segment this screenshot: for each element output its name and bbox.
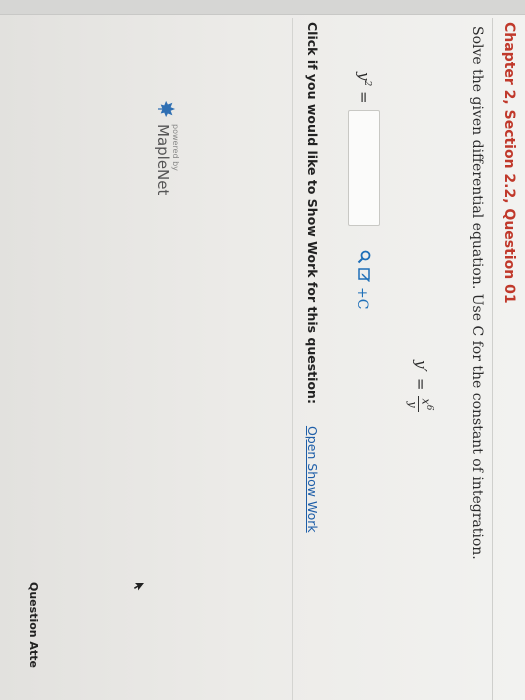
answer-row: y2 = <box>348 72 380 226</box>
answer-input[interactable] <box>348 109 380 226</box>
equation-equals: = <box>411 377 430 391</box>
browser-page: Chapter 2, Section 2.2, Question 01 Solv… <box>0 0 525 700</box>
differential-equation: y′ = x6 y <box>406 360 435 413</box>
equation-fraction: x6 y <box>406 396 435 413</box>
header-divider <box>492 18 493 700</box>
answer-label: y2 = <box>355 72 373 104</box>
question-title: Chapter 2, Section 2.2, Question 01 <box>501 22 517 304</box>
section-divider <box>292 18 293 700</box>
equation-numerator: x6 <box>418 396 435 413</box>
show-work-prompt: Click if you would like to Show Work for… <box>305 22 320 404</box>
edit-icon[interactable] <box>353 268 371 283</box>
insert-constant-button[interactable]: +C <box>354 287 370 309</box>
maple-leaf-icon <box>158 100 176 118</box>
equation-denominator: y <box>406 401 420 408</box>
maplenet-brand: MapleNet <box>154 124 172 196</box>
show-work-row: Click if you would like to Show Work for… <box>305 22 320 533</box>
page-left-edge <box>0 0 525 15</box>
open-show-work-link[interactable]: Open Show Work <box>305 426 320 533</box>
equation-lhs: y′ <box>411 360 430 372</box>
powered-by-label: powered by <box>171 124 180 171</box>
question-attempts-label: Question Atte <box>27 582 40 668</box>
question-instructions: Solve the given differential equation. U… <box>469 26 485 560</box>
mouse-cursor-icon <box>134 583 144 591</box>
maplenet-logo: powered by MapleNet <box>154 100 180 196</box>
answer-tools: +C <box>353 250 371 309</box>
search-icon[interactable] <box>353 250 371 264</box>
